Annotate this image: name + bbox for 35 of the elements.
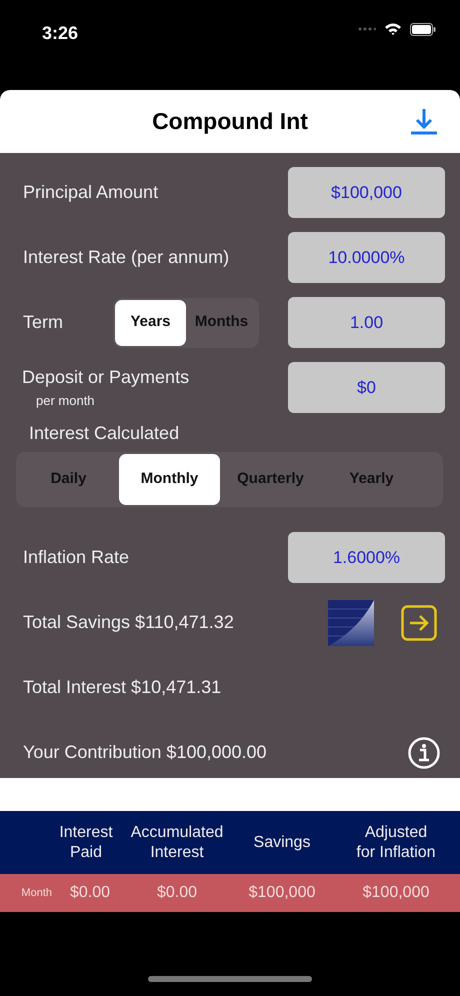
table-cell-text: $0.00	[68, 883, 112, 903]
input-field[interactable]: 1.00	[288, 297, 445, 348]
field-label: Principal Amount	[23, 181, 158, 204]
field-label: Inflation Rate	[23, 546, 130, 569]
status-time: 3:26	[42, 22, 78, 45]
row-period: Month	[20, 886, 53, 901]
input-field[interactable]: 10.0000%	[288, 232, 445, 283]
table-cell-text: $100,000	[248, 883, 316, 903]
column-header: Savings	[252, 832, 312, 852]
term-tab[interactable]: Years	[115, 300, 186, 346]
field-sublabel: per month	[36, 392, 96, 410]
column-header: Accumulated Interest	[130, 823, 224, 862]
section-label: Interest Calculated	[29, 422, 180, 445]
table-cell-text: $100,000	[362, 883, 430, 903]
total-text: Your Contribution $100,000.00	[23, 741, 267, 764]
field-label: Deposit or Payments	[22, 366, 190, 390]
download-icon[interactable]	[410, 107, 438, 135]
input-field[interactable]: $0	[288, 362, 445, 413]
wifi-icon	[384, 22, 402, 36]
input-field[interactable]: $100,000	[288, 167, 445, 218]
nav-title: Compound Int	[152, 107, 308, 136]
signal-icon	[358, 27, 376, 31]
growth-chart-icon[interactable]	[328, 600, 374, 646]
field-label: Term	[23, 311, 63, 334]
field-label: Interest Rate (per annum)	[23, 246, 230, 269]
interval-tab[interactable]: Monthly	[119, 454, 220, 505]
table-cell-text: $0.00	[156, 883, 198, 903]
input-field[interactable]: 1.6000%	[288, 532, 445, 583]
info-icon[interactable]	[408, 736, 440, 768]
total-text: Total Savings $110,471.32	[23, 611, 234, 634]
battery-icon	[410, 22, 436, 36]
column-header: Adjusted for Inflation	[355, 823, 437, 862]
arrow-right-icon[interactable]	[401, 604, 437, 640]
total-text: Total Interest $10,471.31	[23, 676, 222, 699]
column-header: Interest Paid	[58, 823, 114, 862]
